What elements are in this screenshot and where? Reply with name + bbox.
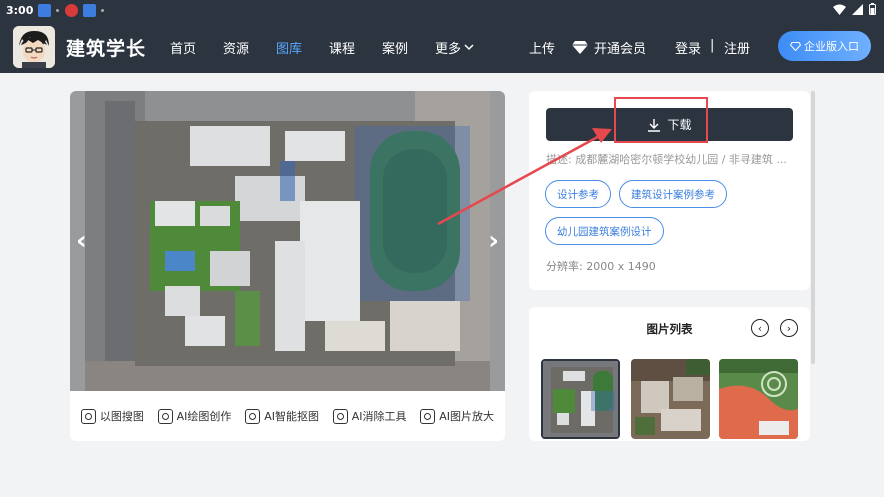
tag-design-reference[interactable]: 设计参考	[545, 180, 611, 208]
app-notification-icon-2	[83, 3, 97, 17]
next-image-arrow[interactable]: ›	[488, 226, 499, 256]
prev-image-arrow[interactable]: ‹	[76, 226, 87, 256]
status-indicators	[833, 3, 876, 15]
download-highlight-box	[614, 97, 708, 143]
image-detail-panel: 下载 描述: 成都麓湖哈密尔顿学校幼儿园 / 非寻建筑 ... 设计参考 建筑设…	[529, 91, 810, 290]
brand-name[interactable]: 建筑学长	[66, 34, 146, 61]
image-viewer-card: ‹ › 以图搜图 AI绘图创作 AI智能抠图 AI消除工具 AI图片放大	[70, 91, 505, 441]
ai-cutout-icon	[245, 408, 261, 424]
tool-label: AI消除工具	[351, 410, 407, 423]
panel-scrollbar[interactable]	[811, 91, 815, 364]
signal-icon	[852, 3, 863, 15]
list-prev-button[interactable]: ‹	[751, 319, 769, 337]
nav-more[interactable]: 更多	[435, 38, 474, 57]
ai-draw-icon	[157, 408, 173, 424]
image-search-icon	[80, 408, 96, 424]
tag-list: 设计参考 建筑设计案例参考 幼儿园建筑案例设计	[545, 180, 800, 245]
ai-erase-icon	[332, 408, 348, 424]
tool-image-search[interactable]: 以图搜图	[80, 408, 144, 424]
top-nav: 建筑学长 首页 资源 图库 课程 案例 更多 上传 开通会员 登录 | 注册 企…	[0, 20, 884, 73]
notification-badge-icon	[65, 3, 79, 17]
tool-ai-upscale[interactable]: AI图片放大	[420, 408, 494, 424]
enterprise-entry-button[interactable]: 企业版入口	[778, 31, 871, 61]
tool-label: 以图搜图	[99, 410, 144, 423]
tool-ai-cutout[interactable]: AI智能抠图	[245, 408, 319, 424]
aerial-photo[interactable]	[85, 91, 490, 391]
nav-upload[interactable]: 上传	[529, 38, 555, 57]
app-notification-icon	[38, 3, 52, 17]
brand-logo[interactable]	[13, 26, 55, 68]
vip-label: 开通会员	[594, 42, 647, 57]
nav-separator: |	[710, 38, 715, 53]
enterprise-label: 企业版入口	[804, 40, 859, 53]
tag-architecture-case[interactable]: 建筑设计案例参考	[619, 180, 727, 208]
diamond-icon	[572, 41, 588, 54]
image-frame: ‹ ›	[70, 91, 505, 391]
tool-label: AI图片放大	[439, 410, 495, 423]
nav-register[interactable]: 注册	[724, 38, 750, 57]
nav-resources[interactable]: 资源	[223, 38, 249, 57]
image-description: 描述: 成都麓湖哈密尔顿学校幼儿园 / 非寻建筑 ...	[546, 153, 787, 166]
tool-label: AI绘图创作	[176, 410, 232, 423]
thumbnail-2[interactable]	[631, 359, 710, 439]
tool-ai-draw[interactable]: AI绘图创作	[157, 408, 232, 424]
tag-kindergarten-case[interactable]: 幼儿园建筑案例设计	[545, 217, 664, 245]
nav-home[interactable]: 首页	[170, 38, 196, 57]
thumbnail-3[interactable]	[719, 359, 798, 439]
image-list-panel: 图片列表 ‹ ›	[529, 307, 810, 441]
nav-cases[interactable]: 案例	[382, 38, 408, 57]
image-resolution: 分辨率: 2000 x 1490	[546, 260, 656, 273]
diamond-outline-icon	[790, 41, 801, 51]
status-bar: 3:00	[0, 0, 884, 20]
nav-login[interactable]: 登录	[675, 38, 701, 57]
chevron-down-icon	[464, 44, 474, 51]
battery-icon	[869, 3, 876, 15]
nav-courses[interactable]: 课程	[329, 38, 355, 57]
list-next-button[interactable]: ›	[780, 319, 798, 337]
tool-ai-erase[interactable]: AI消除工具	[332, 408, 407, 424]
status-dot-icon	[101, 8, 105, 12]
more-dots-icon	[56, 8, 60, 12]
ai-toolbar: 以图搜图 AI绘图创作 AI智能抠图 AI消除工具 AI图片放大	[70, 391, 505, 441]
tool-label: AI智能抠图	[264, 410, 319, 423]
status-time: 3:00	[6, 3, 34, 17]
nav-vip[interactable]: 开通会员	[572, 38, 646, 57]
ai-upscale-icon	[420, 408, 436, 424]
nav-gallery[interactable]: 图库	[276, 38, 302, 57]
nav-more-label: 更多	[435, 42, 462, 57]
thumbnail-1[interactable]	[541, 359, 620, 439]
wifi-icon	[833, 4, 846, 15]
